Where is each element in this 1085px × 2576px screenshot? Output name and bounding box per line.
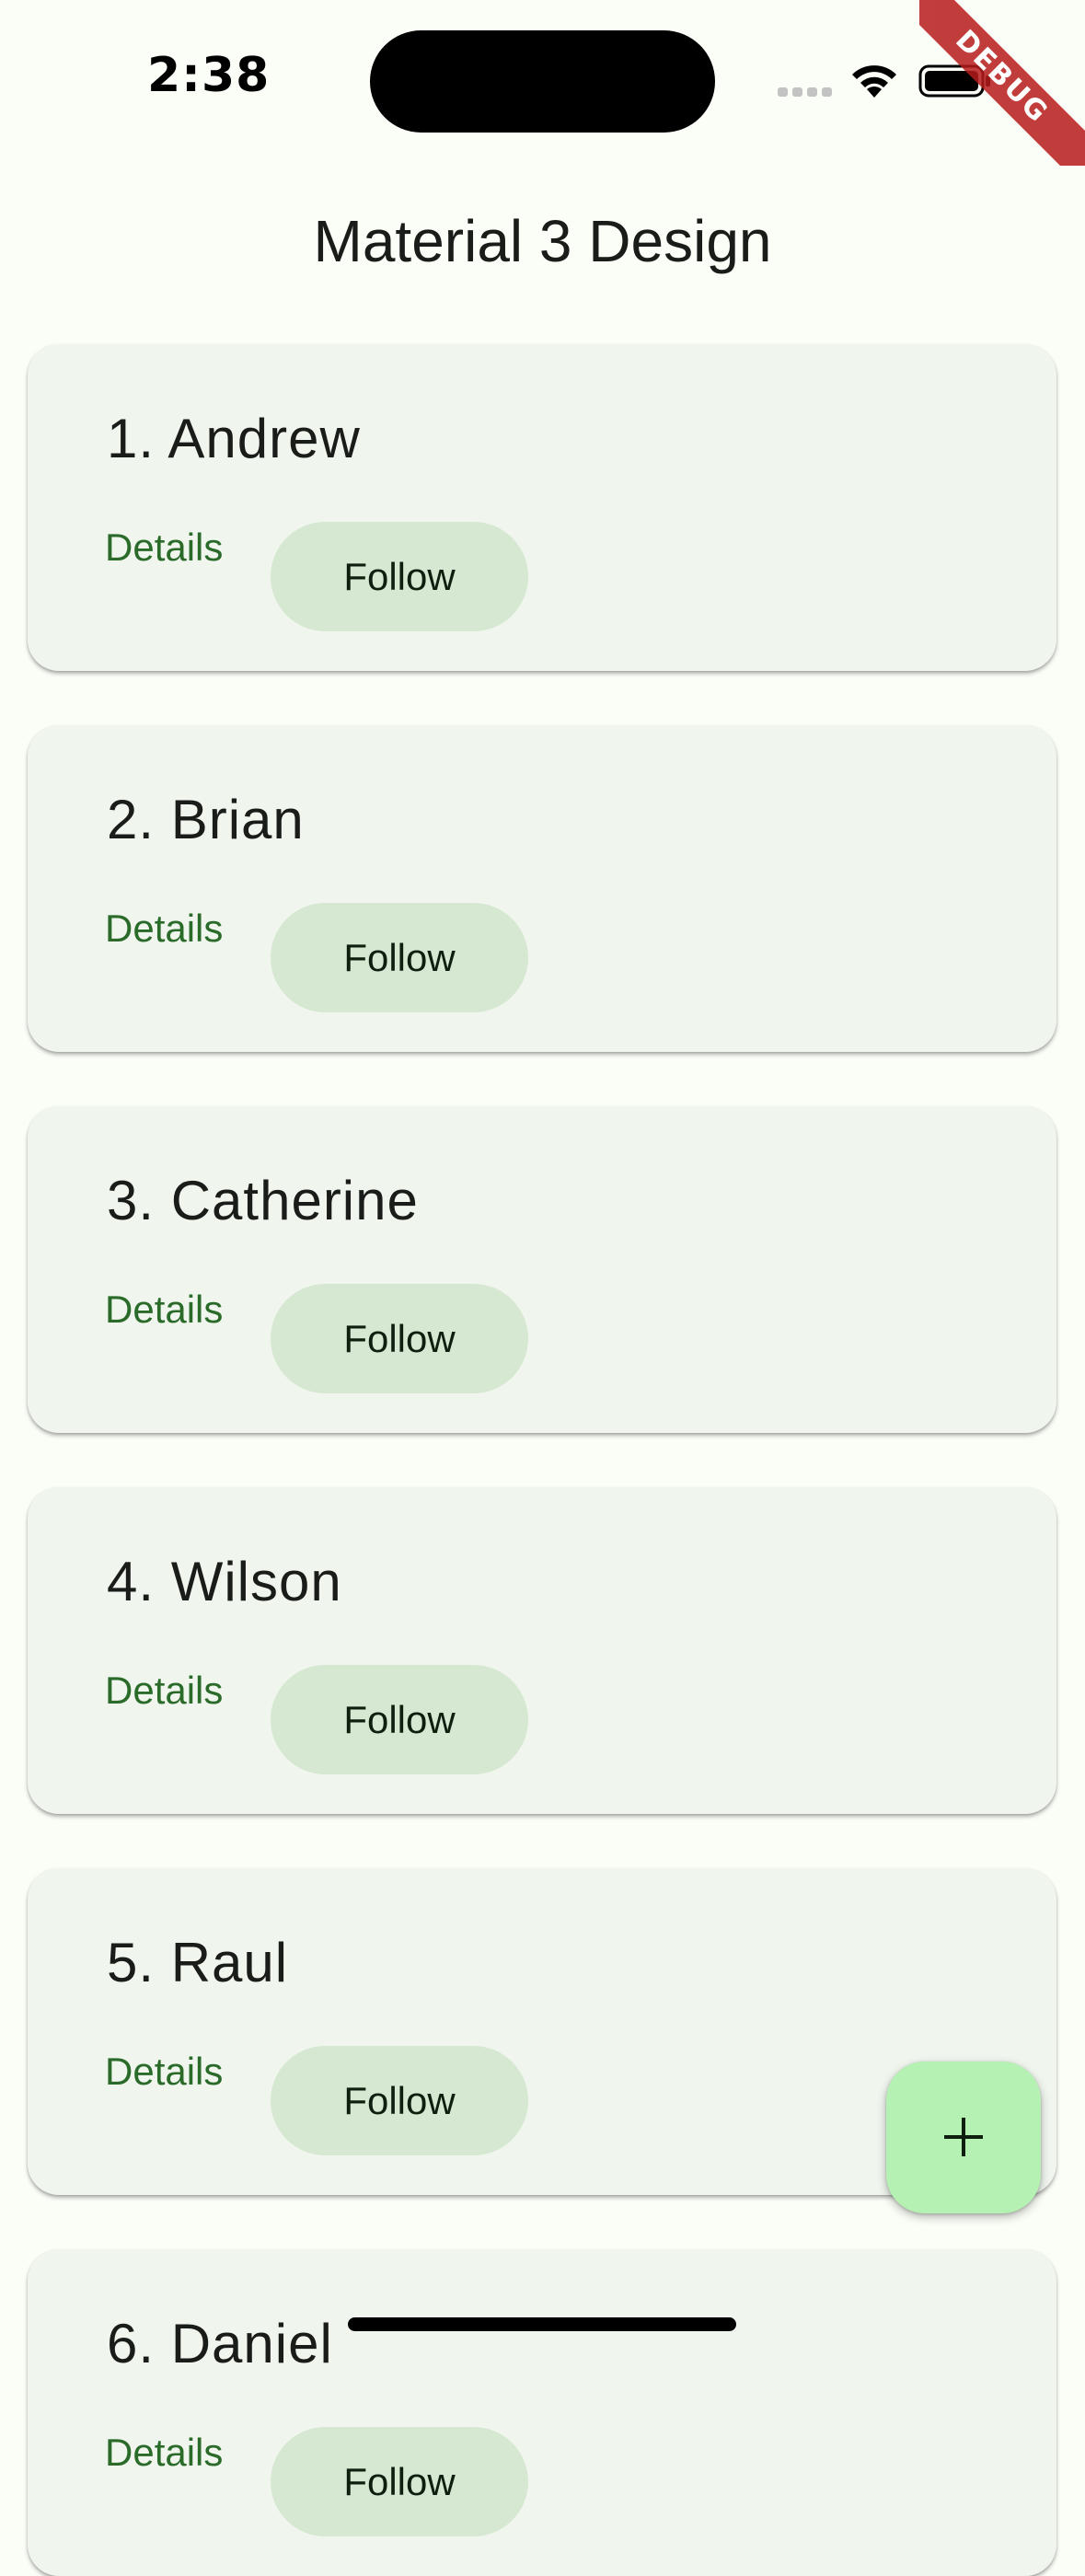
card-title: 4. Wilson xyxy=(107,1551,342,1612)
list-card: 3. Catherine Details Follow xyxy=(28,1106,1056,1433)
dynamic-island xyxy=(370,30,715,133)
follow-button[interactable]: Follow xyxy=(271,903,528,1012)
follow-button[interactable]: Follow xyxy=(271,2046,528,2155)
list-card: 2. Brian Details Follow xyxy=(28,725,1056,1052)
card-title: 5. Raul xyxy=(107,1932,289,1993)
plus-icon xyxy=(944,2118,983,2156)
follow-button[interactable]: Follow xyxy=(271,1665,528,1774)
home-indicator[interactable] xyxy=(348,2317,736,2331)
card-title: 2. Brian xyxy=(107,789,305,850)
follow-button[interactable]: Follow xyxy=(271,1284,528,1393)
details-button[interactable]: Details xyxy=(105,2049,223,2095)
card-title: 3. Catherine xyxy=(107,1170,419,1231)
list-card: 6. Daniel Details Follow xyxy=(28,2249,1056,2576)
card-title: 6. Daniel xyxy=(107,2313,333,2374)
list-card: 1. Andrew Details Follow xyxy=(28,344,1056,671)
status-time: 2:38 xyxy=(147,48,271,103)
details-button[interactable]: Details xyxy=(105,1668,223,1714)
wifi-icon xyxy=(852,65,896,98)
page-title: Material 3 Design xyxy=(313,208,772,274)
details-button[interactable]: Details xyxy=(105,1287,223,1333)
details-button[interactable]: Details xyxy=(105,2430,223,2476)
cellular-signal-icon xyxy=(778,87,833,97)
debug-banner-label: DEBUG xyxy=(919,0,1085,166)
add-fab-button[interactable] xyxy=(886,2062,1041,2213)
debug-banner: DEBUG xyxy=(919,0,1085,166)
follow-button[interactable]: Follow xyxy=(271,2427,528,2536)
follow-button[interactable]: Follow xyxy=(271,522,528,631)
card-title: 1. Andrew xyxy=(107,408,361,469)
list-card: 4. Wilson Details Follow xyxy=(28,1487,1056,1814)
details-button[interactable]: Details xyxy=(105,525,223,571)
details-button[interactable]: Details xyxy=(105,906,223,952)
